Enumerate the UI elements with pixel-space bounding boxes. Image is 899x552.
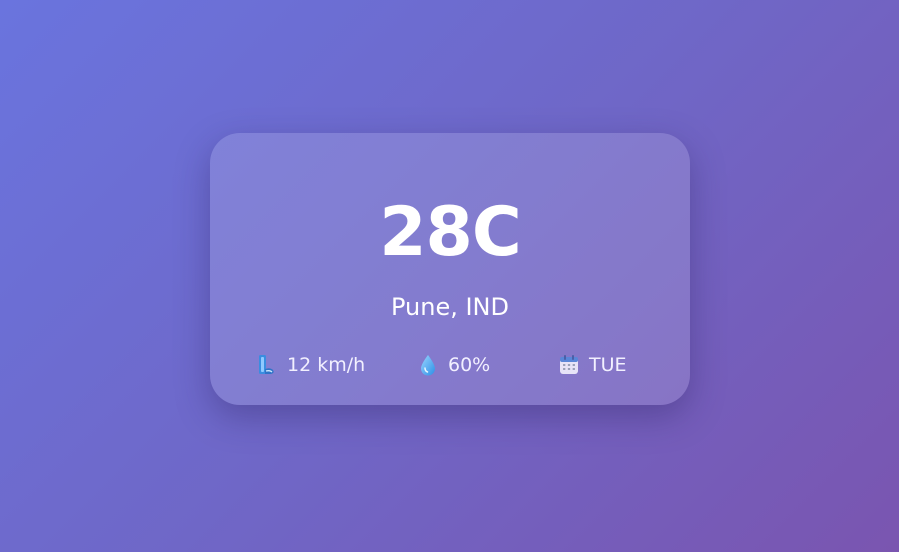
humidity-stat: 60% xyxy=(417,350,490,380)
calendar-icon xyxy=(558,353,580,377)
weather-card: 28C Pune, IND 12 km/h 60% TUE xyxy=(210,133,690,405)
droplet-icon xyxy=(417,353,439,377)
wind-value: 12 km/h xyxy=(287,354,366,376)
humidity-value: 60% xyxy=(448,354,491,376)
day-stat: TUE xyxy=(558,350,627,380)
day-value: TUE xyxy=(589,354,627,376)
wind-stat: 12 km/h xyxy=(256,350,365,380)
location-label: Pune, IND xyxy=(390,293,509,321)
weather-stats: 12 km/h 60% TUE xyxy=(210,350,690,380)
temperature-value: 28C xyxy=(379,193,522,272)
wind-icon xyxy=(256,353,278,377)
